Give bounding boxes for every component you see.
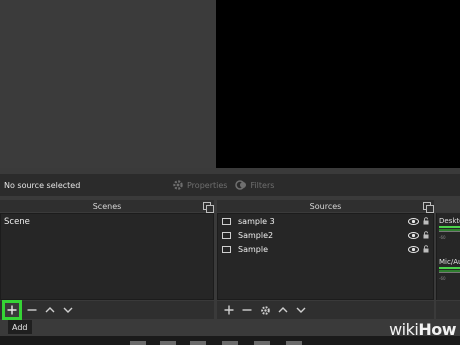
monitor-icon — [222, 217, 231, 225]
audio-mixer: Deskto -60 Mic/Au -60 — [436, 213, 460, 300]
taskbar-app-icon[interactable] — [130, 341, 146, 345]
move-source-down-button[interactable] — [293, 302, 309, 318]
scenes-list: Scene — [0, 213, 214, 300]
chevron-up-icon — [45, 307, 55, 313]
source-name: sample 3 — [238, 216, 275, 226]
plus-icon — [224, 305, 234, 315]
monitor-icon — [222, 231, 231, 239]
watermark-wiki: wiki — [389, 320, 419, 339]
source-status-bar: No source selected Properties Filters — [0, 174, 460, 196]
preview-area — [0, 0, 216, 168]
sources-list: sample 3 Sample2 Sample — [217, 213, 434, 300]
lock-icon[interactable] — [423, 245, 429, 253]
taskbar-app-icon[interactable] — [286, 341, 302, 345]
undock-icon[interactable] — [423, 202, 434, 213]
move-source-up-button[interactable] — [275, 302, 291, 318]
move-scene-up-button[interactable] — [42, 302, 58, 318]
filters-icon — [235, 180, 247, 190]
add-tooltip: Add — [8, 320, 32, 334]
mixer-channel-label: Mic/Au — [439, 258, 460, 266]
move-scene-down-button[interactable] — [60, 302, 76, 318]
mixer-channel-label: Deskto — [439, 217, 460, 225]
taskbar-app-icon[interactable] — [160, 341, 176, 345]
remove-source-button[interactable] — [239, 302, 255, 318]
eye-icon[interactable] — [408, 217, 419, 225]
undock-icon[interactable] — [203, 202, 214, 213]
taskbar-app-icon[interactable] — [222, 341, 238, 345]
chevron-down-icon — [63, 307, 73, 313]
source-name: Sample — [238, 244, 268, 254]
scene-item[interactable]: Scene — [1, 214, 213, 230]
no-source-label: No source selected — [4, 180, 81, 190]
scenes-title: Scenes — [92, 201, 122, 211]
source-properties-button[interactable] — [257, 302, 273, 318]
source-item[interactable]: sample 3 — [218, 214, 433, 228]
minus-icon — [242, 309, 252, 311]
scenes-dock-title: Scenes — [0, 200, 214, 213]
eye-icon[interactable] — [408, 245, 419, 253]
plus-icon — [7, 305, 17, 315]
wikihow-watermark: wikiHow — [389, 320, 456, 339]
add-scene-button[interactable] — [2, 300, 22, 320]
properties-button[interactable]: Properties — [172, 179, 227, 191]
monitor-icon — [222, 245, 231, 253]
filters-button[interactable]: Filters — [235, 179, 274, 191]
meter-tick-label: -60 — [439, 235, 446, 240]
source-name: Sample2 — [238, 230, 274, 240]
chevron-down-icon — [296, 307, 306, 313]
taskbar-app-icon[interactable] — [190, 341, 206, 345]
lock-icon[interactable] — [423, 231, 429, 239]
minus-icon — [27, 309, 37, 311]
gear-icon — [260, 305, 270, 315]
volume-meter — [439, 226, 460, 228]
taskbar-app-icon[interactable] — [254, 341, 270, 345]
scenes-toolbar — [0, 300, 214, 320]
lock-icon[interactable] — [423, 217, 429, 225]
sources-title: Sources — [309, 201, 342, 211]
sources-dock-title: Sources — [217, 200, 434, 213]
watermark-how: How — [418, 320, 456, 339]
source-item[interactable]: Sample — [218, 242, 433, 256]
sources-toolbar — [217, 301, 434, 319]
volume-meter — [439, 267, 460, 269]
eye-icon[interactable] — [408, 231, 419, 239]
meter-tick-label: -60 — [439, 276, 446, 281]
mixer-toolbar — [436, 301, 460, 319]
preview-canvas — [216, 0, 460, 168]
remove-scene-button[interactable] — [24, 302, 40, 318]
properties-label: Properties — [187, 180, 228, 190]
gear-icon — [173, 180, 183, 190]
filters-label: Filters — [250, 180, 275, 190]
source-item[interactable]: Sample2 — [218, 228, 433, 242]
add-source-button[interactable] — [221, 302, 237, 318]
chevron-up-icon — [278, 307, 288, 313]
